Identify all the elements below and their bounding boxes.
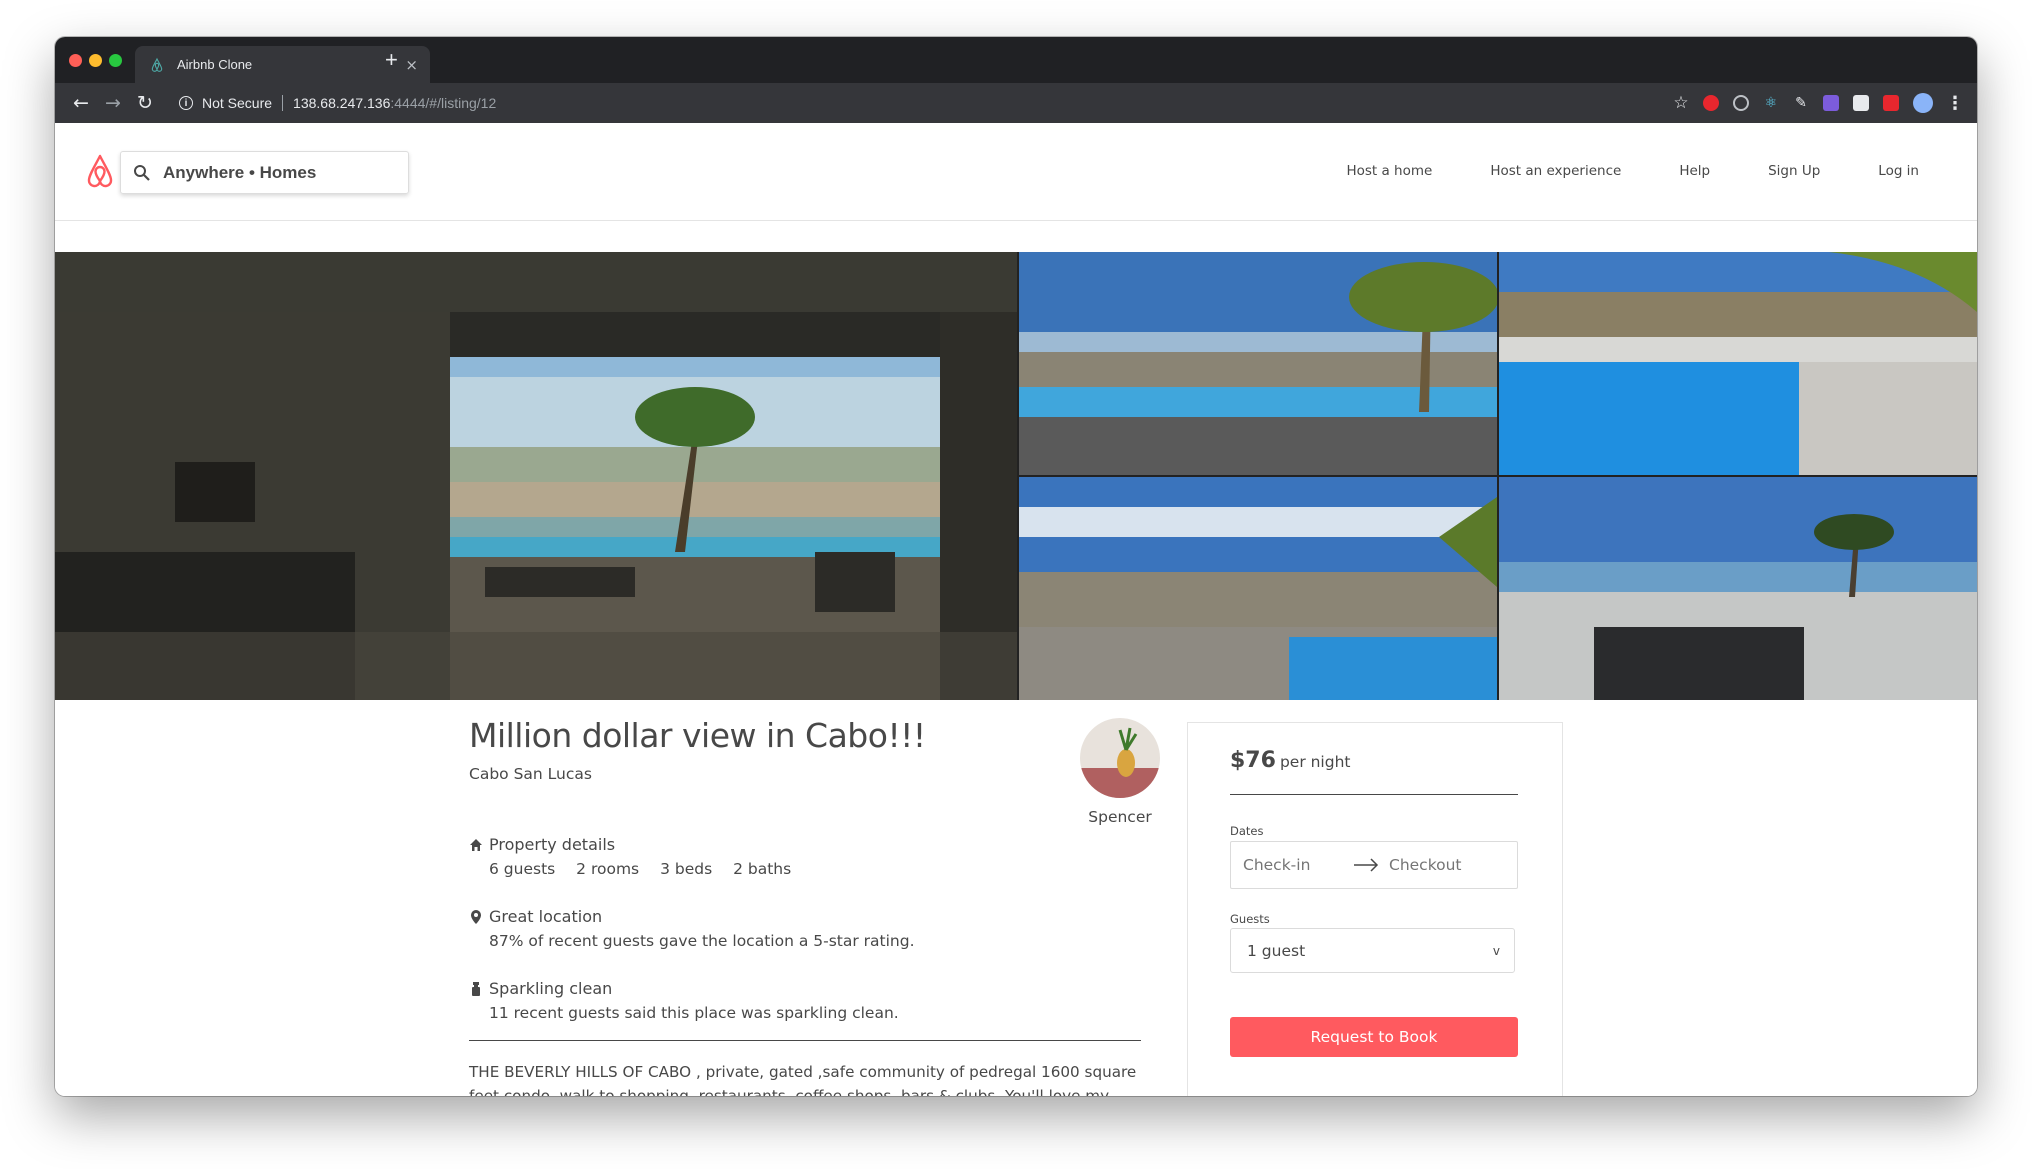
profile-avatar-icon[interactable] — [1913, 93, 1933, 113]
site-header: Anywhere • Homes Host a home Host an exp… — [55, 123, 1977, 221]
browser-toolbar: ← → ↻ i Not Secure 138.68.247.136:4444/#… — [55, 83, 1977, 123]
stat-rooms: 2 rooms — [576, 860, 640, 878]
search-box[interactable]: Anywhere • Homes — [120, 151, 409, 194]
nightly-price: $76 — [1230, 748, 1276, 773]
extensions-area: ☆ ⚛ ✎ ⋮ — [1673, 83, 1964, 123]
checkout-input[interactable]: Checkout — [1389, 856, 1462, 874]
forward-icon[interactable]: → — [97, 92, 129, 114]
extension-doc-icon[interactable] — [1853, 95, 1869, 111]
tab-title: Airbnb Clone — [177, 57, 253, 72]
arrow-right-icon — [1354, 858, 1379, 872]
listing-city: Cabo San Lucas — [469, 765, 592, 783]
main-photo[interactable] — [55, 252, 1017, 700]
host-info: Spencer — [1055, 718, 1185, 826]
checkin-input[interactable]: Check-in — [1243, 856, 1353, 874]
maximize-window-button[interactable] — [109, 54, 122, 67]
browser-window: Airbnb Clone × + ← → ↻ i Not Secure 138.… — [55, 37, 1977, 1096]
extension-target-icon[interactable] — [1733, 95, 1749, 111]
home-icon — [470, 838, 482, 851]
airbnb-favicon-icon — [151, 57, 163, 72]
close-tab-icon[interactable]: × — [405, 56, 418, 74]
url-host: 138.68.247.136 — [293, 95, 391, 111]
map-pin-icon — [471, 909, 481, 924]
location-details: Great location 87% of recent guests gave… — [469, 907, 1149, 950]
star-icon[interactable]: ☆ — [1673, 93, 1689, 113]
nav-sign-up[interactable]: Sign Up — [1768, 163, 1820, 179]
nav-host-home[interactable]: Host a home — [1346, 163, 1432, 179]
stat-beds: 3 beds — [660, 860, 713, 878]
property-stats: 6 guests 2 rooms 3 beds 2 baths — [489, 860, 1149, 878]
search-icon — [134, 164, 150, 181]
tab-strip: Airbnb Clone × + — [55, 37, 1977, 83]
extension-red-icon[interactable] — [1703, 95, 1719, 111]
minimize-window-button[interactable] — [89, 54, 102, 67]
dates-label: Dates — [1230, 824, 1264, 838]
request-to-book-button[interactable]: Request to Book — [1230, 1017, 1518, 1057]
url-path: :4444/#/listing/12 — [390, 95, 497, 111]
photo-gallery — [55, 252, 1977, 700]
location-heading: Great location — [489, 907, 603, 926]
header-nav: Host a home Host an experience Help Sign… — [1346, 163, 1919, 179]
card-divider — [1230, 794, 1518, 795]
clean-body: 11 recent guests said this place was spa… — [489, 1004, 899, 1022]
extension-purple-icon[interactable] — [1823, 95, 1839, 111]
gallery-photo-2[interactable] — [1499, 252, 1977, 475]
chevron-down-icon: v — [1492, 943, 1500, 958]
nav-help[interactable]: Help — [1679, 163, 1710, 179]
address-bar[interactable]: i Not Secure 138.68.247.136:4444/#/listi… — [179, 88, 496, 118]
host-name: Spencer — [1088, 808, 1152, 826]
listing-header: Million dollar view in Cabo!!! Cabo San … — [469, 716, 1149, 783]
nav-host-experience[interactable]: Host an experience — [1490, 163, 1621, 179]
security-label: Not Secure — [202, 95, 273, 111]
nav-log-in[interactable]: Log in — [1878, 163, 1919, 179]
extension-pen-icon[interactable]: ✎ — [1793, 95, 1809, 111]
airbnb-logo-icon[interactable] — [83, 153, 117, 189]
clean-heading: Sparkling clean — [489, 979, 613, 998]
page-content: Anywhere • Homes Host a home Host an exp… — [55, 123, 1977, 1096]
per-night-label: per night — [1279, 753, 1351, 771]
back-icon[interactable]: ← — [65, 92, 97, 114]
react-devtools-icon[interactable]: ⚛ — [1763, 95, 1779, 111]
property-details-heading: Property details — [489, 835, 616, 854]
property-details: Property details 6 guests 2 rooms 3 beds… — [469, 835, 1149, 878]
gallery-photo-3[interactable] — [1019, 477, 1497, 700]
listing-description: THE BEVERLY HILLS OF CABO , private, gat… — [469, 1063, 1137, 1096]
listing-title: Million dollar view in Cabo!!! — [469, 716, 926, 755]
gallery-photo-1[interactable] — [1019, 252, 1497, 475]
clean-details: Sparkling clean 11 recent guests said th… — [469, 979, 1149, 1022]
host-avatar[interactable] — [1080, 718, 1160, 798]
search-text: Anywhere • Homes — [163, 162, 317, 182]
location-body: 87% of recent guests gave the location a… — [489, 932, 915, 950]
section-divider — [469, 1040, 1141, 1041]
guests-select[interactable]: 1 guest v — [1230, 928, 1515, 973]
guests-label: Guests — [1230, 912, 1270, 926]
booking-card: $76 per night Dates Check-in Checkout Gue… — [1187, 722, 1563, 1096]
info-icon[interactable]: i — [179, 96, 193, 110]
close-window-button[interactable] — [69, 54, 82, 67]
stat-guests: 6 guests — [489, 860, 556, 878]
price-row: $76 per night — [1230, 748, 1350, 773]
reload-icon[interactable]: ↻ — [129, 92, 161, 114]
date-range-picker: Check-in Checkout — [1230, 841, 1518, 889]
omnibox-separator — [282, 95, 284, 111]
guests-value: 1 guest — [1247, 941, 1306, 960]
gallery-photo-4[interactable] — [1499, 477, 1977, 700]
spray-bottle-icon — [472, 981, 480, 996]
extension-f-icon[interactable] — [1883, 95, 1899, 111]
menu-icon[interactable]: ⋮ — [1946, 93, 1964, 114]
stat-baths: 2 baths — [733, 860, 792, 878]
new-tab-button[interactable]: + — [385, 47, 398, 73]
